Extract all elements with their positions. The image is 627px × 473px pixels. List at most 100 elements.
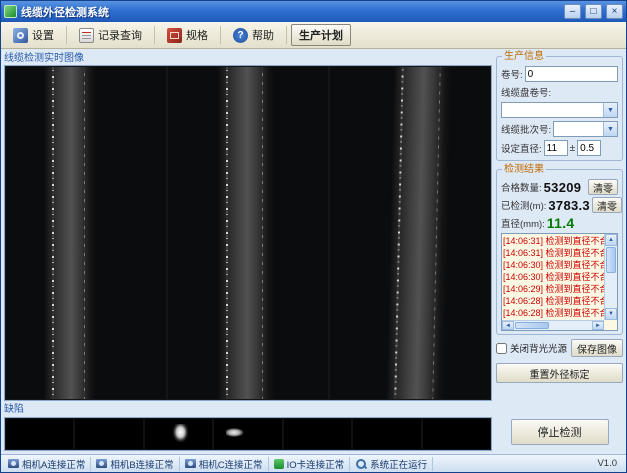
stop-detection-button[interactable]: 停止检测 <box>511 419 609 445</box>
log-entry: [14:06:28] 检测到直径不合格 <box>503 307 604 319</box>
toolbar-separator <box>286 26 287 44</box>
status-camera-a: 相机A连接正常 <box>3 457 91 471</box>
status-system-running: 系统正在运行 <box>350 457 433 471</box>
minimize-button[interactable]: – <box>564 4 581 19</box>
records-query-button[interactable]: 记录查询 <box>71 24 150 46</box>
status-camera-b: 相机B连接正常 <box>91 457 179 471</box>
horizontal-scrollbar[interactable]: ◄ ► <box>502 320 604 330</box>
app-window: 线缆外径检测系统 – □ × 设置 记录查询 规格 帮助 生产计划 <box>0 0 627 473</box>
defect-label: 缺陷 <box>4 403 492 416</box>
qualified-count-row: 合格数量: 53209 清零 <box>501 179 618 195</box>
maximize-button[interactable]: □ <box>585 4 602 19</box>
log-entry: [14:06:29] 检测到直径不合格 <box>503 283 604 295</box>
set-diameter-input[interactable] <box>544 140 568 156</box>
app-icon <box>4 5 17 18</box>
status-camera-b-label: 相机B连接正常 <box>110 457 173 471</box>
tolerance-input[interactable] <box>577 140 601 156</box>
live-image-label: 线缆检测实时图像 <box>4 52 492 65</box>
camera-icon <box>96 459 107 468</box>
scrollbar-thumb[interactable] <box>515 322 549 329</box>
production-info-title: 生产信息 <box>502 51 546 62</box>
roll-number-label: 卷号: <box>501 67 523 81</box>
help-button[interactable]: 帮助 <box>225 24 282 46</box>
batch-number-combobox[interactable]: ▼ <box>553 121 618 137</box>
measured-length-row: 已检测(m): 3783.3 清零 <box>501 197 618 213</box>
defect-thumbnail <box>6 419 73 449</box>
camera-icon <box>185 459 196 468</box>
alarm-log-list[interactable]: [14:06:31] 检测到直径不合格 [14:06:31] 检测到直径不合格 … <box>501 233 618 331</box>
batch-number-label: 线缆批次号: <box>501 122 551 136</box>
scroll-up-icon[interactable]: ▲ <box>605 234 617 246</box>
diameter-value: 11.4 <box>547 215 618 231</box>
help-label: 帮助 <box>252 27 274 43</box>
status-running-label: 系统正在运行 <box>370 457 427 471</box>
production-info-group: 生产信息 卷号: 线缆盘卷号: ▼ 线缆批次号: ▼ <box>496 56 623 161</box>
specs-button[interactable]: 规格 <box>159 24 216 46</box>
detection-results-group: 检测结果 合格数量: 53209 清零 已检测(m): 3783.3 清零 直径… <box>496 169 623 335</box>
status-camera-c-label: 相机C连接正常 <box>199 457 263 471</box>
clear-length-button[interactable]: 清零 <box>592 197 622 213</box>
backlight-checkbox-label: 关闭背光光源 <box>510 341 568 355</box>
toolbar: 设置 记录查询 规格 帮助 生产计划 <box>1 22 626 49</box>
records-icon <box>79 28 94 43</box>
status-io-card-label: IO卡连接正常 <box>287 457 345 471</box>
vertical-scrollbar[interactable]: ▲ ▼ <box>604 234 617 320</box>
qualified-count-value: 53209 <box>544 180 586 195</box>
production-plan-button[interactable]: 生产计划 <box>291 24 351 46</box>
scrollbar-track[interactable] <box>605 274 617 308</box>
detection-results-title: 检测结果 <box>502 164 546 175</box>
io-card-icon <box>274 459 284 469</box>
camera-panel-group <box>4 65 492 401</box>
specs-icon <box>167 28 182 43</box>
content-area: 线缆检测实时图像 缺陷 生产信息 卷 <box>1 49 626 454</box>
toolbar-separator <box>220 26 221 44</box>
cable-image-3 <box>386 67 452 399</box>
coil-number-label: 线缆盘卷号: <box>501 85 551 99</box>
defect-thumbnail <box>214 419 281 449</box>
qualified-count-label: 合格数量: <box>501 180 542 194</box>
scroll-down-icon[interactable]: ▼ <box>605 308 617 320</box>
chevron-down-icon[interactable]: ▼ <box>603 122 617 136</box>
window-title: 线缆外径检测系统 <box>21 4 560 20</box>
specs-label: 规格 <box>186 27 208 43</box>
backlight-checkbox[interactable] <box>496 343 507 354</box>
magnifier-icon <box>355 458 367 470</box>
chevron-down-icon[interactable]: ▼ <box>603 103 617 117</box>
measured-length-value: 3783.3 <box>548 198 590 213</box>
control-panel: 生产信息 卷号: 线缆盘卷号: ▼ 线缆批次号: ▼ <box>496 52 623 451</box>
backlight-row: 关闭背光光源 保存图像 <box>496 339 623 357</box>
diameter-label: 直径(mm): <box>501 216 545 230</box>
live-image-column: 线缆检测实时图像 缺陷 <box>4 52 492 451</box>
settings-label: 设置 <box>32 27 54 43</box>
defect-thumbnail-strip <box>4 417 492 451</box>
coil-number-combobox[interactable]: ▼ <box>501 102 618 118</box>
roll-number-row: 卷号: <box>501 66 618 82</box>
toolbar-separator <box>154 26 155 44</box>
scroll-right-icon[interactable]: ► <box>592 321 604 330</box>
clear-count-button[interactable]: 清零 <box>588 179 618 195</box>
scrollbar-thumb[interactable] <box>606 247 616 273</box>
title-bar: 线缆外径检测系统 – □ × <box>1 1 626 22</box>
status-io-card: IO卡连接正常 <box>269 457 351 471</box>
alarm-log-lines: [14:06:31] 检测到直径不合格 [14:06:31] 检测到直径不合格 … <box>503 235 604 320</box>
cable-image-2 <box>218 67 274 399</box>
log-entry: [14:06:30] 检测到直径不合格 <box>503 259 604 271</box>
defect-thumbnail <box>284 419 351 449</box>
version-label: V1.0 <box>597 458 624 469</box>
diameter-row: 直径(mm): 11.4 <box>501 215 618 231</box>
help-icon <box>233 28 248 43</box>
coil-combo-row: ▼ <box>501 102 618 118</box>
save-image-button[interactable]: 保存图像 <box>571 339 623 357</box>
scroll-left-icon[interactable]: ◄ <box>502 321 514 330</box>
records-label: 记录查询 <box>98 27 142 43</box>
scrollbar-track[interactable] <box>550 321 592 330</box>
close-button[interactable]: × <box>606 4 623 19</box>
reset-calibration-button[interactable]: 重置外径标定 <box>496 363 623 383</box>
status-camera-a-label: 相机A连接正常 <box>22 457 85 471</box>
defect-thumbnail <box>353 419 420 449</box>
roll-number-input[interactable] <box>525 66 618 82</box>
settings-button[interactable]: 设置 <box>5 24 62 46</box>
measured-length-label: 已检测(m): <box>501 198 546 212</box>
log-entry: [14:06:31] 检测到直径不合格 <box>503 235 604 247</box>
log-entry: [14:06:30] 检测到直径不合格 <box>503 271 604 283</box>
